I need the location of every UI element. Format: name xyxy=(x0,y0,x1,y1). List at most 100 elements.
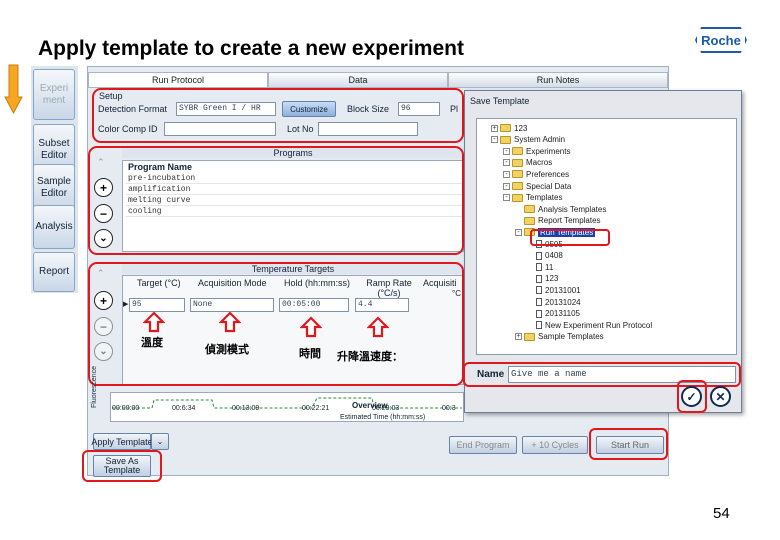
slide-title: Apply template to create a new experimen… xyxy=(38,37,464,60)
file-icon xyxy=(536,298,542,306)
end-program-button[interactable]: End Program xyxy=(449,436,517,454)
collapse-icon[interactable]: - xyxy=(503,147,510,155)
start-run-highlight xyxy=(589,428,668,460)
collapse-icon[interactable]: - xyxy=(503,194,510,202)
tree-node-label: Experiments xyxy=(526,146,571,156)
tree-node-label: Special Data xyxy=(526,181,572,191)
tree-node[interactable]: +123 xyxy=(491,123,527,133)
tree-node[interactable]: - Macros xyxy=(503,158,552,168)
folder-icon xyxy=(524,216,535,225)
up-arrow-icon xyxy=(367,316,389,338)
tree-node-label: 123 xyxy=(514,123,528,133)
tree-node[interactable]: 20131105 xyxy=(527,309,580,319)
tree-node[interactable]: 11 xyxy=(527,262,553,272)
tree-node-label: Macros xyxy=(526,158,553,168)
expand-icon[interactable]: + xyxy=(491,124,498,132)
tab-run-notes[interactable]: Run Notes xyxy=(448,72,668,88)
tree-node[interactable]: 123 xyxy=(527,274,558,284)
chart-tick: 00:13:09 xyxy=(232,405,260,412)
programs-highlight xyxy=(88,146,464,255)
overview-label: Overview xyxy=(352,401,388,410)
file-icon xyxy=(536,263,542,272)
tree-node[interactable]: 20131024 xyxy=(527,297,581,307)
x-icon[interactable]: ✕ xyxy=(710,386,731,407)
chart-tick: 00:6:34 xyxy=(172,405,196,412)
annotation-detection-mode: 偵測模式 xyxy=(205,344,249,356)
tree-node-label: Report Templates xyxy=(538,216,601,226)
roche-logo: Roche xyxy=(695,27,747,53)
apply-template-button[interactable]: Apply Template xyxy=(91,433,153,450)
folder-icon xyxy=(512,193,523,202)
sidebar-item-report[interactable]: Report xyxy=(33,252,75,292)
page-number: 54 xyxy=(713,505,730,522)
chart-ylabel: Fluorescence xyxy=(91,365,98,408)
tree-node[interactable]: - System Admin xyxy=(491,135,565,145)
folder-icon xyxy=(500,135,511,144)
run-templates-highlight xyxy=(530,229,610,246)
collapse-icon[interactable]: - xyxy=(503,170,510,178)
save-as-template-highlight xyxy=(82,450,162,482)
tree-node[interactable]: - Templates xyxy=(503,193,562,203)
annotation-ramp-rate: 升降溫速度： xyxy=(337,351,403,363)
tree-node-label: 20131024 xyxy=(545,297,581,307)
dialog-title: Save Template xyxy=(470,96,530,106)
tree-node[interactable]: - Experiments xyxy=(503,146,570,156)
sidebar-item-analysis[interactable]: Analysis xyxy=(33,205,75,249)
file-icon xyxy=(536,274,542,283)
tree-node-label: 20131001 xyxy=(545,285,581,295)
apply-template-dropdown[interactable]: ⌄ xyxy=(151,433,169,450)
tab-run-protocol[interactable]: Run Protocol xyxy=(88,72,268,88)
folder-icon xyxy=(524,332,535,341)
ok-highlight xyxy=(677,380,707,413)
tree-node[interactable]: + Sample Templates xyxy=(515,332,604,342)
overview-line xyxy=(112,397,462,409)
tree-node-label: 123 xyxy=(545,274,559,284)
tree-node[interactable]: New Experiment Run Protocol xyxy=(527,320,652,330)
chart-tick: 00:00:00 xyxy=(112,405,140,412)
expand-icon[interactable]: + xyxy=(515,333,522,341)
tree-node-label: 0408 xyxy=(545,251,563,261)
file-icon xyxy=(536,251,542,260)
tree-node-label: Analysis Templates xyxy=(538,204,607,214)
tree-node-label: New Experiment Run Protocol xyxy=(545,320,653,330)
chart-tick: 00:3 xyxy=(442,405,456,412)
collapse-icon[interactable]: - xyxy=(491,136,498,144)
sidebar-item-sample-editor[interactable]: Sample Editor xyxy=(33,164,75,211)
tree-node-label: System Admin xyxy=(514,135,566,145)
chart-tick: 00:22:21 xyxy=(302,405,330,412)
tree-node[interactable]: - Preferences xyxy=(503,169,569,179)
setup-highlight xyxy=(92,88,464,143)
chevron-down-icon: ⌄ xyxy=(156,437,164,446)
tree-node[interactable]: 0408 xyxy=(527,251,563,261)
tree-node[interactable]: Report Templates xyxy=(515,216,601,226)
tree-node-label: 11 xyxy=(545,262,554,272)
annotation-temperature: 溫度 xyxy=(141,337,163,349)
file-icon xyxy=(536,321,542,330)
up-arrow-icon xyxy=(219,311,241,333)
collapse-icon[interactable]: - xyxy=(503,182,510,190)
folder-icon xyxy=(512,182,523,190)
tab-data[interactable]: Data xyxy=(268,72,448,88)
plus-10-cycles-button[interactable]: + 10 Cycles xyxy=(522,436,588,454)
up-arrow-icon xyxy=(143,311,165,333)
estimated-time-label: Estimated Time (hh:mm:ss) xyxy=(340,414,426,421)
folder-icon xyxy=(512,158,523,167)
file-icon xyxy=(536,286,542,295)
folder-icon xyxy=(500,124,511,132)
folder-icon xyxy=(512,170,523,179)
tree-node[interactable]: Analysis Templates xyxy=(515,204,606,214)
tree-node[interactable]: - Special Data xyxy=(503,181,571,191)
collapse-icon[interactable]: - xyxy=(515,228,522,236)
down-arrow-icon xyxy=(4,64,23,114)
folder-icon xyxy=(524,205,535,214)
collapse-icon[interactable]: - xyxy=(503,159,510,167)
tree-node-label: Preferences xyxy=(526,169,570,179)
tree-node-label: Templates xyxy=(526,193,563,203)
tree-node-label: 20131105 xyxy=(545,309,580,319)
sidebar-item-experiment[interactable]: Experi ment xyxy=(33,69,75,120)
folder-icon xyxy=(512,147,523,156)
up-arrow-icon xyxy=(300,316,322,338)
tree-node-label: Sample Templates xyxy=(538,332,604,342)
file-icon xyxy=(536,309,542,318)
tree-node[interactable]: 20131001 xyxy=(527,285,581,295)
